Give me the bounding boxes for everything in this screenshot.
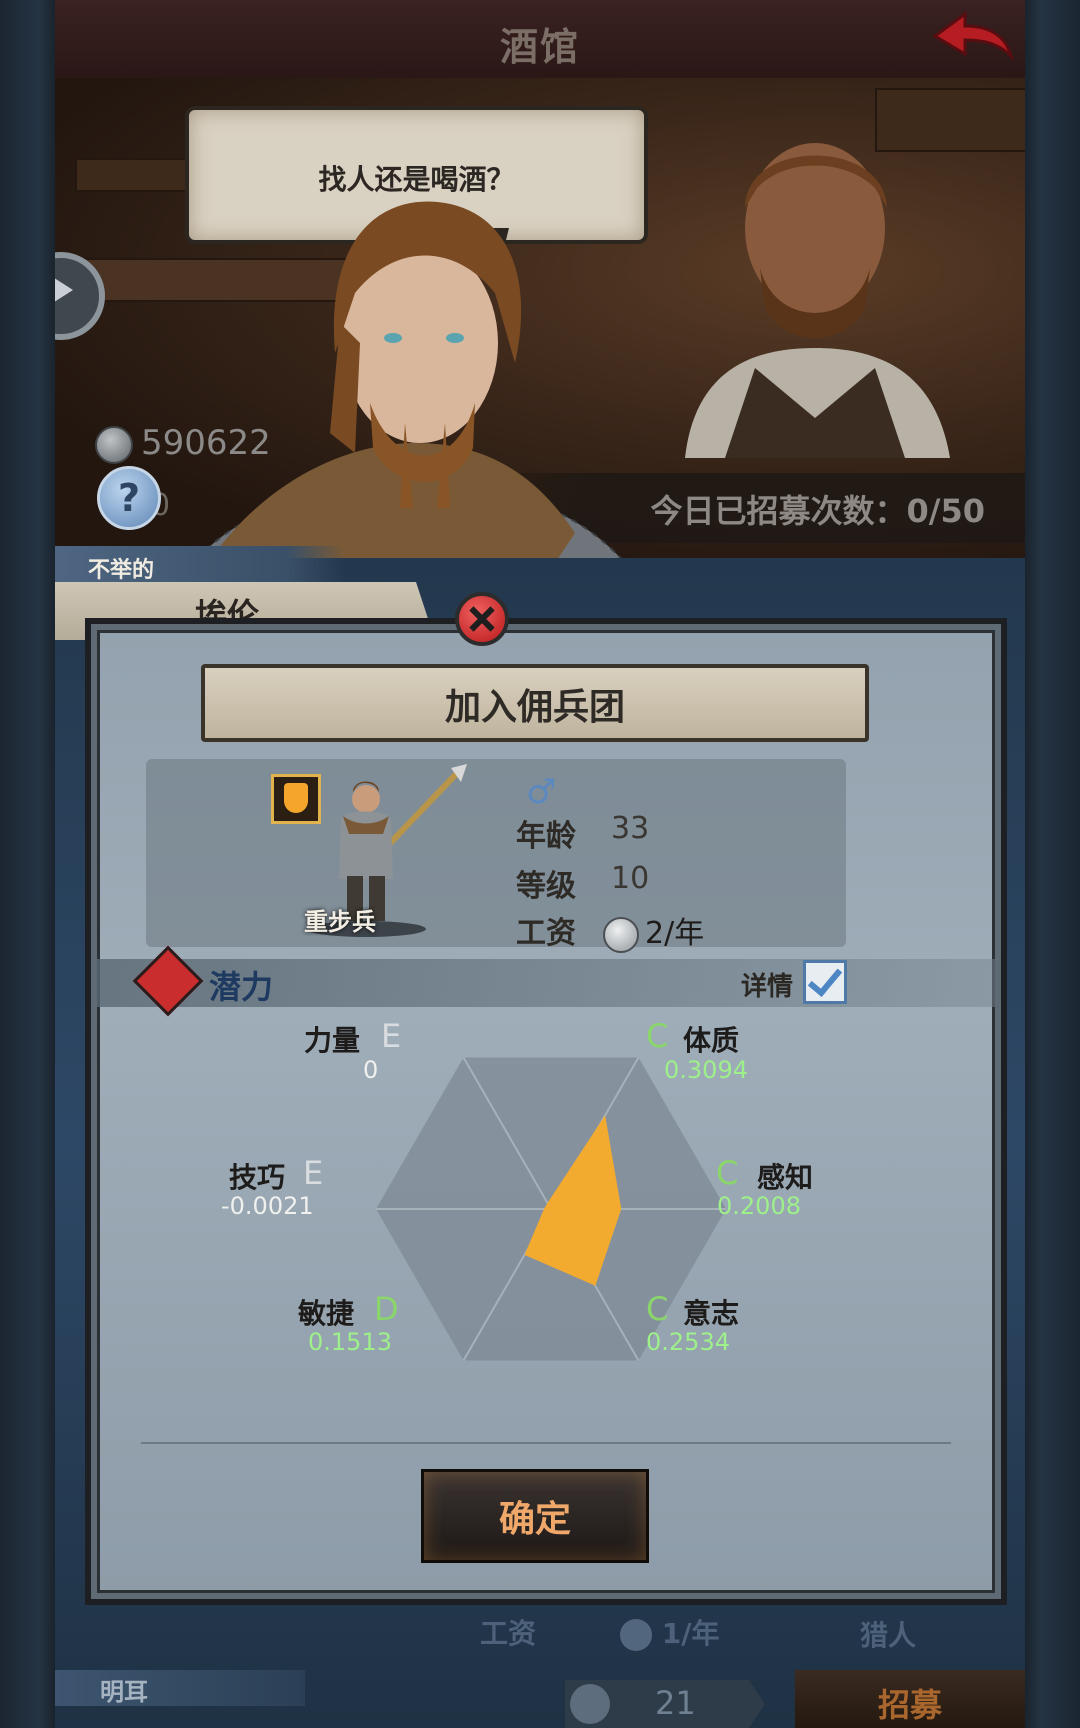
close-icon[interactable] (455, 592, 509, 646)
age-value: 33 (611, 811, 650, 846)
attr-constitution-grade: C (646, 1017, 669, 1055)
top-bar: 酒馆 (55, 0, 1025, 81)
recruit-button[interactable]: 招募 (795, 1670, 1025, 1728)
recruit-button-label: 招募 (877, 1686, 942, 1724)
list-name: 明耳 (100, 1678, 148, 1706)
list-name-strip (55, 1670, 305, 1706)
level-label: 等级 (516, 869, 576, 904)
divider (141, 1442, 951, 1444)
coin-icon (95, 425, 133, 464)
list-wage-label: 工资 (480, 1617, 537, 1650)
confirm-button[interactable]: 确定 (421, 1469, 649, 1563)
level-value: 10 (611, 861, 650, 896)
list-item: 工资 1/年 猎人 明耳 21 招募 (55, 1600, 1025, 1728)
attr-strength-name: 力量 (304, 1024, 361, 1057)
panel-title-banner: 加入佣兵团 (201, 664, 869, 742)
hero-trait: 不举的 (88, 558, 155, 583)
silver-coin-icon (603, 916, 639, 953)
attr-perception-grade: C (716, 1154, 739, 1192)
attr-will-grade: C (646, 1290, 669, 1328)
detail-label: 详情 (741, 972, 794, 1002)
attr-skill-value: -0.0021 (221, 1192, 314, 1220)
right-frame (1025, 0, 1080, 1728)
join-mercenary-panel: 加入佣兵团 重步兵 ♂ 年龄 33 等级 10 工资 2/年 潜力 详情 力量 … (85, 618, 1007, 1605)
attr-skill-name: 技巧 (229, 1161, 286, 1194)
attr-will-value: 0.2534 (646, 1328, 730, 1356)
potential-label: 潜力 (209, 968, 274, 1006)
detail-checkbox[interactable] (803, 960, 847, 1004)
attr-agility-name: 敏捷 (298, 1297, 355, 1330)
hero-info-box (146, 759, 846, 947)
attr-constitution-name: 体质 (683, 1024, 740, 1057)
attr-strength-value: 0 (363, 1056, 379, 1084)
list-class: 猎人 (860, 1619, 917, 1652)
wage-label: 工资 (516, 916, 576, 951)
tavern-scene: 找人还是喝酒？ 590622 0 ? 今日已招募次数：0/50 (55, 78, 1025, 643)
attr-perception-name: 感知 (757, 1161, 814, 1194)
male-icon: ♂ (526, 772, 557, 812)
list-price: 21 (655, 1684, 696, 1722)
game-screen: 酒馆 找人还是喝酒？ 590622 0 ? 今日已招募次数：0/50 工资 1/… (55, 0, 1025, 1728)
attr-strength-grade: E (381, 1017, 402, 1055)
shield-icon (271, 774, 321, 824)
help-icon[interactable]: ? (97, 466, 161, 530)
page-title: 酒馆 (499, 25, 580, 69)
back-arrow-icon[interactable] (927, 8, 1017, 68)
hero-role: 重步兵 (304, 908, 376, 936)
wage-value: 2/年 (603, 908, 704, 953)
coin-icon (620, 1619, 652, 1651)
attr-skill-grade: E (303, 1154, 324, 1192)
attr-agility-value: 0.1513 (308, 1328, 392, 1356)
confirm-button-label: 确定 (498, 1499, 571, 1540)
panel-title: 加入佣兵团 (444, 687, 625, 728)
attr-will-name: 意志 (683, 1297, 740, 1330)
attr-perception-value: 0.2008 (717, 1192, 801, 1220)
bartender-portrait (685, 143, 950, 458)
recruit-count: 今日已招募次数：0/50 (650, 492, 986, 530)
left-frame (0, 0, 55, 1728)
age-label: 年龄 (516, 819, 576, 854)
attr-agility-grade: D (374, 1290, 399, 1328)
attr-constitution-value: 0.3094 (664, 1056, 748, 1084)
coin-icon (570, 1684, 610, 1724)
list-wage-value: 1/年 (620, 1612, 719, 1652)
